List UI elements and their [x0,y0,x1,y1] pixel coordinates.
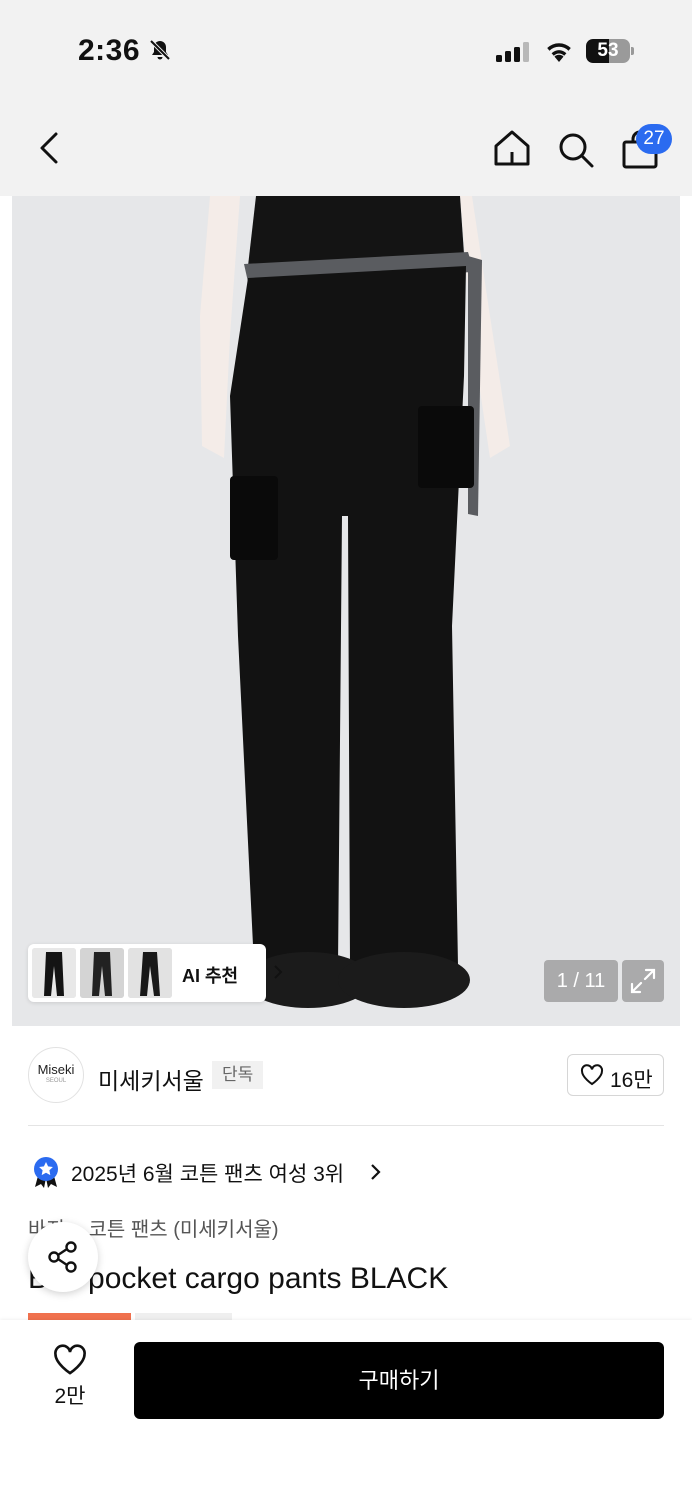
heart-icon [580,1064,604,1091]
chevron-right-icon [273,964,283,985]
battery-tip [631,47,634,55]
top-nav [0,100,692,196]
ai-recommend-strip[interactable]: AI 추천 [28,944,283,1002]
battery-percent: 53 [597,40,619,61]
cellular-signal-icon [496,42,532,67]
bottom-action-bar: 2만 구매하기 [0,1320,692,1500]
ranking-badge-icon [32,1156,60,1193]
brand-like-button[interactable]: 16만 [567,1054,664,1096]
brand-like-count: 16만 [610,1069,653,1092]
thumbnail[interactable] [128,948,172,998]
brand-logo-subtext: SEOUL [45,1078,67,1084]
status-bar: 2:36 53 [0,0,692,100]
breadcrumb-level2[interactable]: 코튼 팬츠 (미세키서울) [89,1219,279,1241]
search-icon[interactable] [556,130,596,175]
thumbnail[interactable] [80,948,124,998]
back-arrow-icon[interactable] [34,130,64,171]
bell-muted-icon [148,38,172,67]
product-photo-illustration [12,196,680,1026]
chevron-right-icon[interactable] [370,1163,382,1186]
image-counter: 1 / 11 [544,960,618,1002]
heart-icon [54,1344,86,1375]
cart-count-badge: 27 [636,124,672,154]
expand-icon[interactable] [622,960,664,1002]
wishlist-button[interactable]: 2만 [40,1344,100,1414]
battery-indicator: 53 [586,39,630,63]
brand-logo[interactable]: Miseki SEOUL [28,1047,84,1103]
ranking-text[interactable]: 2025년 6월 코튼 팬츠 여성 3위 [71,1158,344,1188]
status-time: 2:36 [78,34,141,67]
exclusive-badge: 단독 [212,1061,264,1089]
product-image[interactable] [12,196,680,1026]
wifi-icon [544,40,574,67]
divider [28,1125,664,1126]
brand-name[interactable]: 미세키서울 [98,1062,204,1096]
thumbnail[interactable] [32,948,76,998]
ai-recommend-label: AI 추천 [182,966,239,986]
wishlist-count: 2만 [54,1385,86,1408]
share-icon [48,1241,77,1273]
brand-logo-text: Miseki [37,1062,75,1077]
buy-button[interactable]: 구매하기 [134,1342,664,1419]
share-button[interactable] [28,1222,98,1292]
home-icon[interactable] [492,128,532,173]
